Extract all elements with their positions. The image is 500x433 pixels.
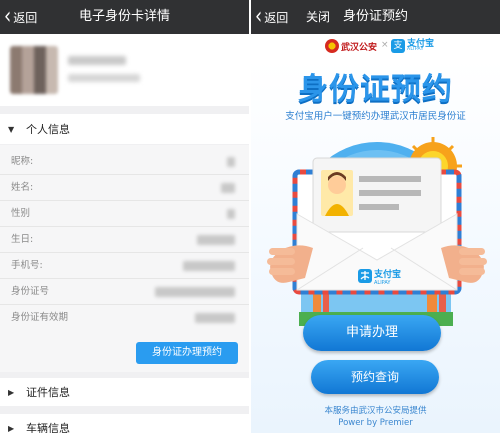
id-card-detail-screen: ‹ 返回 电子身份卡详情 ▼ 个人信息 昵称: 姓名: 性别 生日: 手机号: … xyxy=(0,0,249,433)
caret-right-icon: ▶ xyxy=(8,387,15,397)
page-title: 电子身份卡详情 xyxy=(78,9,170,24)
blurred-value xyxy=(195,313,235,323)
id-card-appointment-button[interactable]: 身份证办理预约 xyxy=(136,342,238,364)
section-vehicles[interactable]: ▶ 车辆信息 xyxy=(0,414,249,433)
field-label: 性别 xyxy=(11,208,31,219)
alipay-envelope-logo-icon xyxy=(358,269,372,283)
blurred-value xyxy=(227,157,235,167)
info-row-name: 姓名: xyxy=(0,175,249,201)
info-row-id-validity: 身份证有效期 xyxy=(0,305,249,331)
section-title: 个人信息 xyxy=(26,123,70,136)
field-label: 身份证有效期 xyxy=(11,312,69,323)
navigation-bar: ‹ 返回 电子身份卡详情 xyxy=(0,0,249,34)
footer-provider: 本服务由武汉市公安局提供 xyxy=(324,406,427,416)
caret-right-icon: ▶ xyxy=(8,423,15,433)
section-documents[interactable]: ▶ 证件信息 xyxy=(0,378,249,406)
profile-header xyxy=(0,34,249,106)
blurred-value xyxy=(155,287,235,297)
info-row-phone: 手机号: xyxy=(0,253,249,279)
footer-powered-by: Power by Premier xyxy=(338,418,413,428)
blurred-value xyxy=(221,183,235,193)
id-card xyxy=(312,157,442,233)
field-label: 身份证号 xyxy=(11,286,50,297)
blurred-value xyxy=(197,235,235,245)
envelope-brand-subtext: ALIPAY xyxy=(374,280,391,286)
section-personal-info[interactable]: ▼ 个人信息 xyxy=(0,114,249,144)
field-label: 昵称: xyxy=(11,156,34,167)
blurred-account xyxy=(68,74,140,82)
envelope-brand-text: 支付宝 xyxy=(373,268,401,280)
info-row-nickname: 昵称: xyxy=(0,149,249,175)
blurred-name xyxy=(68,56,126,65)
query-appointment-button[interactable]: 预约查询 xyxy=(311,360,439,394)
field-label: 生日: xyxy=(11,234,34,245)
apply-button[interactable]: 申请办理 xyxy=(303,315,441,351)
id-card-appointment-screen: ‹ 返回 关闭 身份证预约 武汉公安 × 支 支付宝 ALIPAY 身份证预约 … xyxy=(251,0,500,433)
info-row-gender: 性别 xyxy=(0,201,249,227)
field-label: 手机号: xyxy=(11,260,43,271)
avatar xyxy=(10,46,58,94)
section-title: 证件信息 xyxy=(26,386,70,399)
blurred-value xyxy=(183,261,235,271)
field-label: 姓名: xyxy=(11,182,34,193)
caret-down-icon: ▼ xyxy=(8,124,15,134)
section-divider xyxy=(0,406,249,414)
blurred-value xyxy=(227,209,235,219)
info-row-birthday: 生日: xyxy=(0,227,249,253)
info-row-id-number: 身份证号 xyxy=(0,279,249,305)
section-title: 车辆信息 xyxy=(26,422,70,433)
